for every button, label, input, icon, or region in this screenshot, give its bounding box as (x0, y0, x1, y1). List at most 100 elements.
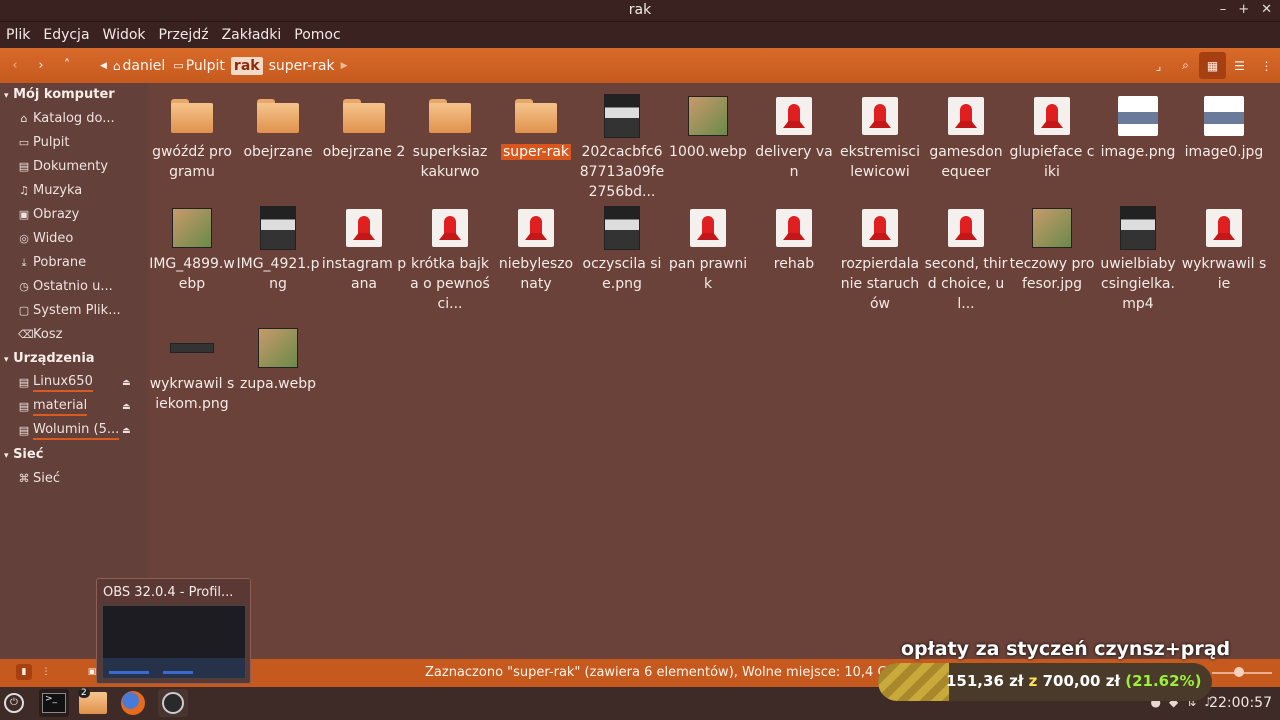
file-name-text: delivery van (755, 144, 833, 180)
sidebar-item-filesystem[interactable]: ▢ System Plik... (0, 299, 148, 323)
file-item[interactable]: image0.jpg (1181, 91, 1267, 162)
file-item[interactable]: gamesdon equeer (923, 91, 1009, 182)
file-item[interactable]: rehab (751, 203, 837, 274)
file-name-text: ekstremisci lewicowi (840, 144, 920, 180)
sidebar-item-downloads[interactable]: ⤓ Pobrane (0, 251, 148, 275)
file-item[interactable]: 1000.webp (665, 91, 751, 162)
breadcrumb-left-arrow-icon[interactable]: ◀ (100, 61, 107, 71)
file-thumbnail (923, 203, 1009, 253)
forward-button[interactable]: › (28, 53, 54, 79)
menu-bookmarks[interactable]: Zakładki (222, 27, 282, 43)
file-item[interactable]: uwielbiaby csingielka.mp4 (1095, 203, 1181, 314)
menu-file[interactable]: Plik (6, 27, 30, 43)
menu-help[interactable]: Pomoc (294, 27, 340, 43)
breadcrumb-pulpit[interactable]: ▭ Pulpit (171, 57, 227, 75)
icon-view-button[interactable]: ▦ (1199, 52, 1226, 79)
file-name: glupieface ciki (1009, 141, 1095, 182)
breadcrumb-daniel[interactable]: ⌂ daniel (111, 57, 167, 75)
folder-item[interactable]: obejrzane 2 (321, 91, 407, 162)
location-toggle-button[interactable]: ⌟ (1145, 52, 1172, 79)
menu-edit[interactable]: Edycja (43, 27, 89, 43)
menu-button[interactable]: ⏻ (1, 689, 27, 717)
file-item[interactable]: second, third choice, ul... (923, 203, 1009, 314)
file-name: uwielbiaby csingielka.mp4 (1095, 253, 1181, 314)
file-name: rehab (751, 253, 837, 274)
eject-icon[interactable]: ⏏ (122, 419, 131, 443)
breadcrumb-rak[interactable]: rak (230, 56, 263, 75)
file-name: pan prawnik (665, 253, 751, 294)
close-icon[interactable]: ✕ (1261, 2, 1272, 17)
maximize-icon[interactable]: + (1238, 2, 1249, 17)
file-item[interactable]: pan prawnik (665, 203, 751, 294)
sidebar-item-home[interactable]: ⌂ Katalog do... (0, 107, 148, 131)
sidebar-item-volume[interactable]: ▤ Wolumin (5... ⏏ (0, 419, 148, 443)
breadcrumb-right-arrow-icon[interactable]: ▶ (341, 61, 348, 71)
sidebar-section-devices[interactable]: ▾ Urządzenia (0, 347, 148, 371)
file-item[interactable]: 202cacbfc687713a09fe2756bd... (579, 91, 665, 202)
files-app[interactable]: 2 (78, 688, 108, 717)
file-name: image.png (1095, 141, 1181, 162)
obs-preview-thumbnail[interactable] (102, 605, 246, 679)
list-view-button[interactable]: ☰ (1226, 52, 1253, 79)
sidebar-item-pictures[interactable]: ▣ Obrazy (0, 203, 148, 227)
sidebar-section-network[interactable]: ▾ Sieć (0, 443, 148, 467)
drive-icon: ▢ (18, 304, 30, 317)
sidebar-item-linux650[interactable]: ▤ Linux650 ⏏ (0, 371, 148, 395)
compact-view-button[interactable]: ⋮ (1253, 52, 1280, 79)
obs-preview-title: OBS 32.0.4 - Profil... (103, 585, 234, 600)
zoom-slider-handle[interactable] (1234, 667, 1244, 677)
minimize-icon[interactable]: – (1220, 2, 1227, 17)
file-name: gamesdon equeer (923, 141, 1009, 182)
breadcrumb-super-rak[interactable]: super-rak (267, 57, 337, 75)
file-thumbnail (751, 203, 837, 253)
search-button[interactable]: ⌕ (1172, 52, 1199, 79)
file-item[interactable]: instagram pana (321, 203, 407, 294)
sidebar-item-network[interactable]: ⌘ Sieć (0, 467, 148, 491)
eject-icon[interactable]: ⏏ (122, 371, 131, 395)
file-view[interactable]: gwóźdź programu obejrzane obejrzane 2 super… (148, 83, 1280, 659)
file-name-text: niebyleszo naty (498, 256, 574, 292)
sidebar-item-trash[interactable]: ⌫ Kosz (0, 323, 148, 347)
obs-window-preview[interactable]: OBS 32.0.4 - Profil... (96, 578, 251, 684)
back-button[interactable]: ‹ (2, 53, 28, 79)
file-item[interactable]: wykrwawil sie (1181, 203, 1267, 294)
terminal-app[interactable]: >_ (39, 689, 69, 717)
folder-item[interactable]: superksiaz kakurwo (407, 91, 493, 182)
places-toggle-icon[interactable]: ▮ (16, 664, 32, 680)
file-item[interactable]: wykrwawil siekom.png (149, 323, 235, 414)
up-button[interactable]: ˄ (54, 53, 80, 79)
file-item[interactable]: oczyscila sie.png (579, 203, 665, 294)
image-thumbnail (1118, 96, 1158, 136)
file-item[interactable]: IMG_4899.webp (149, 203, 235, 294)
file-item[interactable]: image.png (1095, 91, 1181, 162)
file-item[interactable]: glupieface ciki (1009, 91, 1095, 182)
file-item[interactable]: ekstremisci lewicowi (837, 91, 923, 182)
donation-goal-title: opłaty za styczeń czynsz+prąd (901, 638, 1231, 660)
sidebar-item-video[interactable]: ◎ Wideo (0, 227, 148, 251)
eject-icon[interactable]: ⏏ (122, 395, 131, 419)
file-item[interactable]: IMG_4921.png (235, 203, 321, 294)
sidebar-section-my-computer[interactable]: ▾ Mój komputer (0, 83, 148, 107)
file-item[interactable]: rozpierdala nie staruchów (837, 203, 923, 314)
file-item[interactable]: krótka bajka o pewności... (407, 203, 493, 314)
file-item[interactable]: teczowy profesor.jpg (1009, 203, 1095, 294)
sidebar-item-music[interactable]: ♫ Muzyka (0, 179, 148, 203)
folder-item[interactable]: gwóźdź programu (149, 91, 235, 182)
obs-app[interactable] (158, 689, 188, 717)
menu-view[interactable]: Widok (103, 27, 146, 43)
tree-toggle-icon[interactable]: ⋮ (38, 664, 54, 680)
sidebar-item-desktop[interactable]: ▭ Pulpit (0, 131, 148, 155)
sidebar-item-material[interactable]: ▤ material ⏏ (0, 395, 148, 419)
clock[interactable]: 22:00:57 (1209, 695, 1272, 711)
sidebar-item-documents[interactable]: ▤ Dokumenty (0, 155, 148, 179)
firefox-app[interactable] (118, 689, 148, 717)
file-item[interactable]: zupa.webp (235, 323, 321, 394)
file-thumbnail (407, 91, 493, 141)
menu-go[interactable]: Przejdź (159, 27, 209, 43)
image-thumbnail (604, 206, 640, 250)
file-item[interactable]: delivery van (751, 91, 837, 182)
sidebar-item-recent[interactable]: ◷ Ostatnio u... (0, 275, 148, 299)
folder-item[interactable]: obejrzane (235, 91, 321, 162)
folder-item[interactable]: super-rak (493, 91, 579, 162)
file-item[interactable]: niebyleszo naty (493, 203, 579, 294)
